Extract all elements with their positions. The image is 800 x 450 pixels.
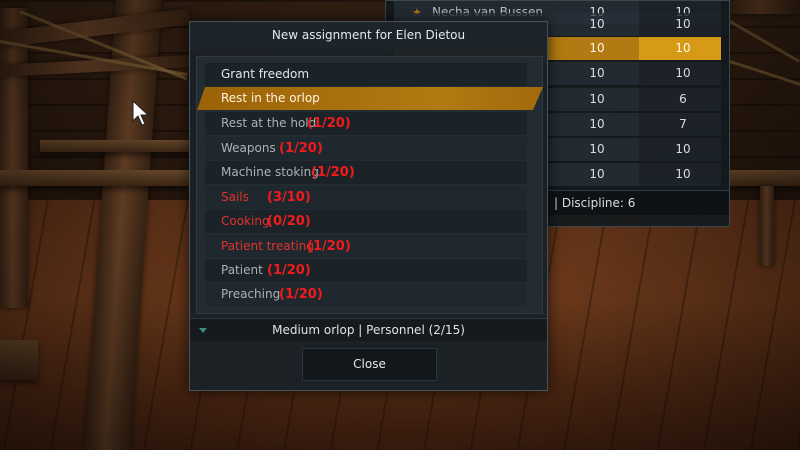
option-count: (1/20) [279,287,323,302]
option-count: (0/20) [267,214,311,229]
option-label: Preaching [221,287,281,301]
option-count: (3/10) [267,190,311,205]
assignment-dialog: New assignment for Elen Dietou Grant fre… [189,21,548,391]
crew-value: 7 [679,117,687,131]
crew-value: 10 [589,142,605,156]
option-label: Rest at the hold [221,116,317,130]
option-patient[interactable]: Patient (1/20) [205,259,527,282]
assignment-list: Grant freedom Rest in the orlop Rest at … [196,56,543,314]
option-grant-freedom[interactable]: Grant freedom [205,63,527,86]
discipline-text: | Discipline: 6 [554,196,636,210]
crew-value: 10 [675,142,691,156]
option-count: (1/20) [307,239,351,254]
crew-value: 10 [589,167,605,181]
status-bar: Medium orlop | Personnel (2/15) [190,318,547,341]
option-rest-at-the-hold[interactable]: Rest at the hold (1/20) [205,112,527,135]
option-machine-stoking[interactable]: Machine stoking (1/20) [205,161,527,184]
close-button[interactable]: Close [302,348,437,381]
option-rest-in-the-orlop[interactable]: Rest in the orlop [197,87,543,110]
option-cooking[interactable]: Cooking (0/20) [205,210,527,233]
option-label: Machine stoking [221,165,319,179]
option-label: Weapons [221,141,276,155]
crew-value: 10 [675,167,691,181]
crew-value: 6 [679,92,687,106]
option-count: (1/20) [267,263,311,278]
option-preaching[interactable]: Preaching (1/20) [205,283,527,306]
crew-value: 10 [675,66,691,80]
option-count: (1/20) [307,116,351,131]
status-text: Medium orlop | Personnel (2/15) [272,323,465,337]
crew-value: 10 [589,117,605,131]
option-label: Patient [221,263,263,277]
option-sails[interactable]: Sails (3/10) [205,186,527,209]
option-weapons[interactable]: Weapons (1/20) [205,137,527,160]
option-label: Cooking [221,214,270,228]
option-count: (1/20) [311,165,355,180]
option-label: Sails [221,190,249,204]
crew-value: 10 [589,92,605,106]
crew-value: 10 [675,41,691,55]
option-count: (1/20) [279,141,323,156]
crew-value: 10 [675,17,691,31]
triangle-down-icon[interactable] [199,328,207,333]
option-label: Rest in the orlop [221,91,320,105]
crew-value: 10 [589,41,605,55]
option-patient-treating[interactable]: Patient treating (1/20) [205,235,527,258]
dialog-title: New assignment for Elen Dietou [190,22,547,49]
option-label: Grant freedom [221,67,310,81]
crew-value: 10 [589,66,605,80]
option-label: Patient treating [221,239,314,253]
crew-value: 10 [589,17,605,31]
mouse-pointer-icon [132,100,150,126]
